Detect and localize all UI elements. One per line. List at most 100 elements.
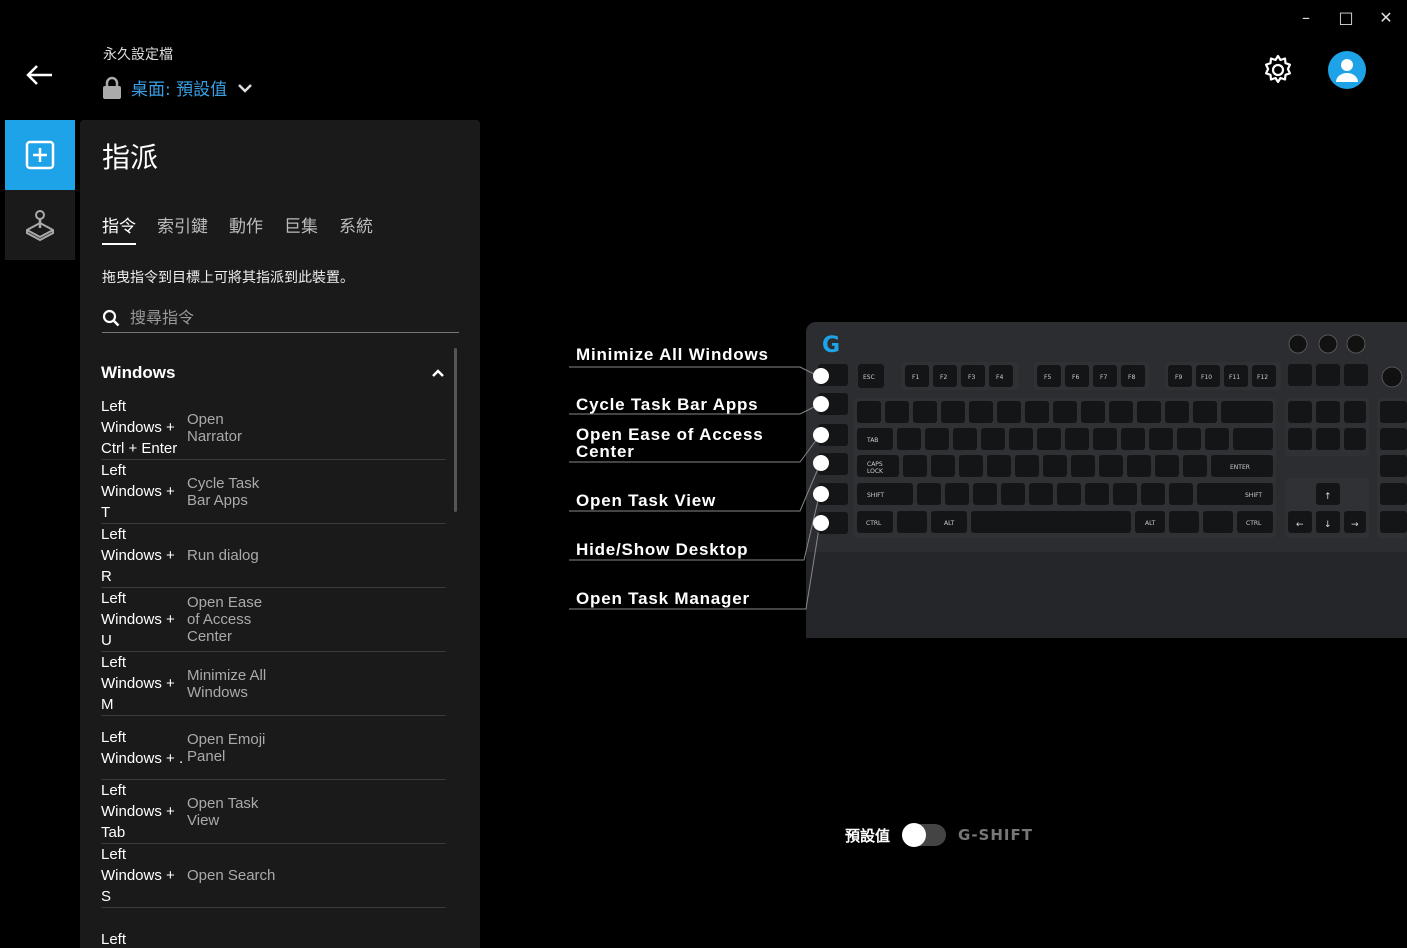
command-label: Minimize All Windows [187,666,267,701]
command-item[interactable]: Left Windows + R Run dialog [101,524,446,588]
command-item[interactable]: Left Windows + S Open Search [101,844,446,908]
command-shortcut: Left Windows + . [101,728,184,767]
gshift-switch-row: 預設值 G-SHIFT [845,823,1033,847]
svg-text:F9: F9 [1175,374,1182,381]
command-shortcut: Left Windows + U [101,590,175,649]
minimize-icon[interactable]: – [1297,8,1315,27]
profile-selector[interactable]: 桌面: 預設值 [101,75,255,100]
command-item[interactable]: Left Windows + Ctrl + Enter Open Narrato… [101,396,446,460]
svg-text:G: G [822,333,840,358]
windows-group-header[interactable]: Windows [101,363,446,383]
command-item[interactable]: Left Windows + T Cycle Task Bar Apps [101,460,446,524]
command-item[interactable]: Left [101,908,446,948]
callout-g2[interactable]: Cycle Task Bar Apps [576,396,758,413]
command-shortcut: Left [101,931,127,948]
svg-text:SHIFT: SHIFT [1245,492,1262,499]
command-label: Run dialog [187,547,259,564]
assignments-button[interactable] [5,120,75,190]
command-label: Cycle Task Bar Apps [187,474,260,509]
svg-text:F4: F4 [996,374,1003,381]
command-shortcut: Left Windows + T [101,462,175,521]
command-item[interactable]: Left Windows + Tab Open Task View [101,780,446,844]
svg-text:CTRL: CTRL [866,520,882,527]
command-item[interactable]: Left Windows + U Open Ease of Access Cen… [101,588,446,652]
svg-text:TAB: TAB [866,437,878,444]
profile-caption: 永久設定檔 [103,47,173,63]
search-icon [102,309,120,326]
joystick-icon [26,210,54,242]
command-item[interactable]: Left Windows + . Open Emoji Panel [101,716,446,780]
svg-text:F8: F8 [1128,374,1135,381]
assignment-panel: 指派 指令 索引鍵 動作 巨集 系統 拖曳指令到目標上可將其指派到此裝置。 Wi… [80,120,480,948]
svg-text:↑: ↑ [1324,492,1332,502]
tab-bar: 指令 索引鍵 動作 巨集 系統 [102,212,373,245]
command-list: Left Windows + Ctrl + Enter Open Narrato… [101,396,446,948]
user-avatar[interactable] [1328,51,1366,89]
callout-g1[interactable]: Minimize All Windows [576,346,769,363]
command-label: Open Search [187,867,276,884]
command-label: Open Narrator [187,410,243,445]
gaming-mode-button[interactable] [5,190,75,260]
svg-text:F7: F7 [1100,374,1107,381]
search-input[interactable] [130,308,430,327]
svg-text:F5: F5 [1044,374,1051,381]
chevron-down-icon [238,83,253,93]
tab-system[interactable]: 系統 [339,212,373,245]
callout-g4[interactable]: Open Task View [576,492,716,509]
gshift-toggle[interactable] [902,823,947,847]
command-shortcut: Left Windows + Ctrl + Enter [101,398,178,457]
side-rail [5,120,75,260]
command-label: Open Ease of Access Center [187,594,263,645]
command-shortcut: Left Windows + S [101,846,175,905]
maximize-icon[interactable]: □ [1337,8,1355,27]
tab-macros[interactable]: 巨集 [284,212,318,245]
command-shortcut: Left Windows + Tab [101,782,175,841]
chevron-up-icon [432,369,444,377]
svg-text:F11: F11 [1229,374,1240,381]
lock-icon [103,76,121,99]
command-shortcut: Left Windows + M [101,654,175,713]
svg-text:F6: F6 [1072,374,1079,381]
tab-commands[interactable]: 指令 [102,212,136,245]
default-label: 預設值 [845,826,891,845]
panel-title: 指派 [102,141,159,174]
callout-g5[interactable]: Hide/Show Desktop [576,541,748,558]
svg-text:ALT: ALT [1145,520,1156,527]
callout-g6[interactable]: Open Task Manager [576,590,750,607]
tab-actions[interactable]: 動作 [229,212,263,245]
svg-text:→: → [1351,520,1359,530]
scrollbar[interactable] [454,348,457,512]
svg-text:↓: ↓ [1324,520,1332,530]
window-controls: – □ ✕ [1297,8,1395,27]
plus-box-icon [25,140,55,170]
command-item[interactable]: Left Windows + M Minimize All Windows [101,652,446,716]
key-esc: ESC [863,374,875,381]
command-label: Open Task View [187,794,259,829]
gear-icon[interactable] [1261,53,1295,87]
svg-text:CTRL: CTRL [1246,520,1262,527]
svg-text:F2: F2 [940,374,947,381]
svg-text:ENTER: ENTER [1230,464,1250,471]
svg-text:←: ← [1296,520,1304,530]
close-icon[interactable]: ✕ [1377,8,1395,27]
gshift-label: G-SHIFT [958,826,1033,844]
svg-text:LOCK: LOCK [867,468,884,475]
svg-text:F12: F12 [1257,374,1268,381]
svg-text:F3: F3 [968,374,975,381]
tab-keys[interactable]: 索引鍵 [157,212,208,245]
search-box [102,303,459,333]
svg-text:F1: F1 [912,374,919,381]
command-label: Open Emoji Panel [187,730,266,765]
keyboard-view: G ESC F1 F2 F3 F4 F5 F6 F7 F8 F9 F10 F11… [560,322,1407,642]
svg-text:CAPS: CAPS [867,461,883,468]
command-shortcut: Left Windows + R [101,526,175,585]
profile-name: 桌面: 預設值 [131,80,228,100]
instructions-text: 拖曳指令到目標上可將其指派到此裝置。 [102,270,354,286]
svg-text:SHIFT: SHIFT [867,492,884,499]
user-icon [1336,59,1358,82]
back-arrow-icon[interactable] [22,58,56,92]
svg-text:F10: F10 [1201,374,1212,381]
group-title: Windows [101,363,176,382]
callout-g3[interactable]: Open Ease of Access Center [576,426,796,460]
svg-text:ALT: ALT [944,520,955,527]
